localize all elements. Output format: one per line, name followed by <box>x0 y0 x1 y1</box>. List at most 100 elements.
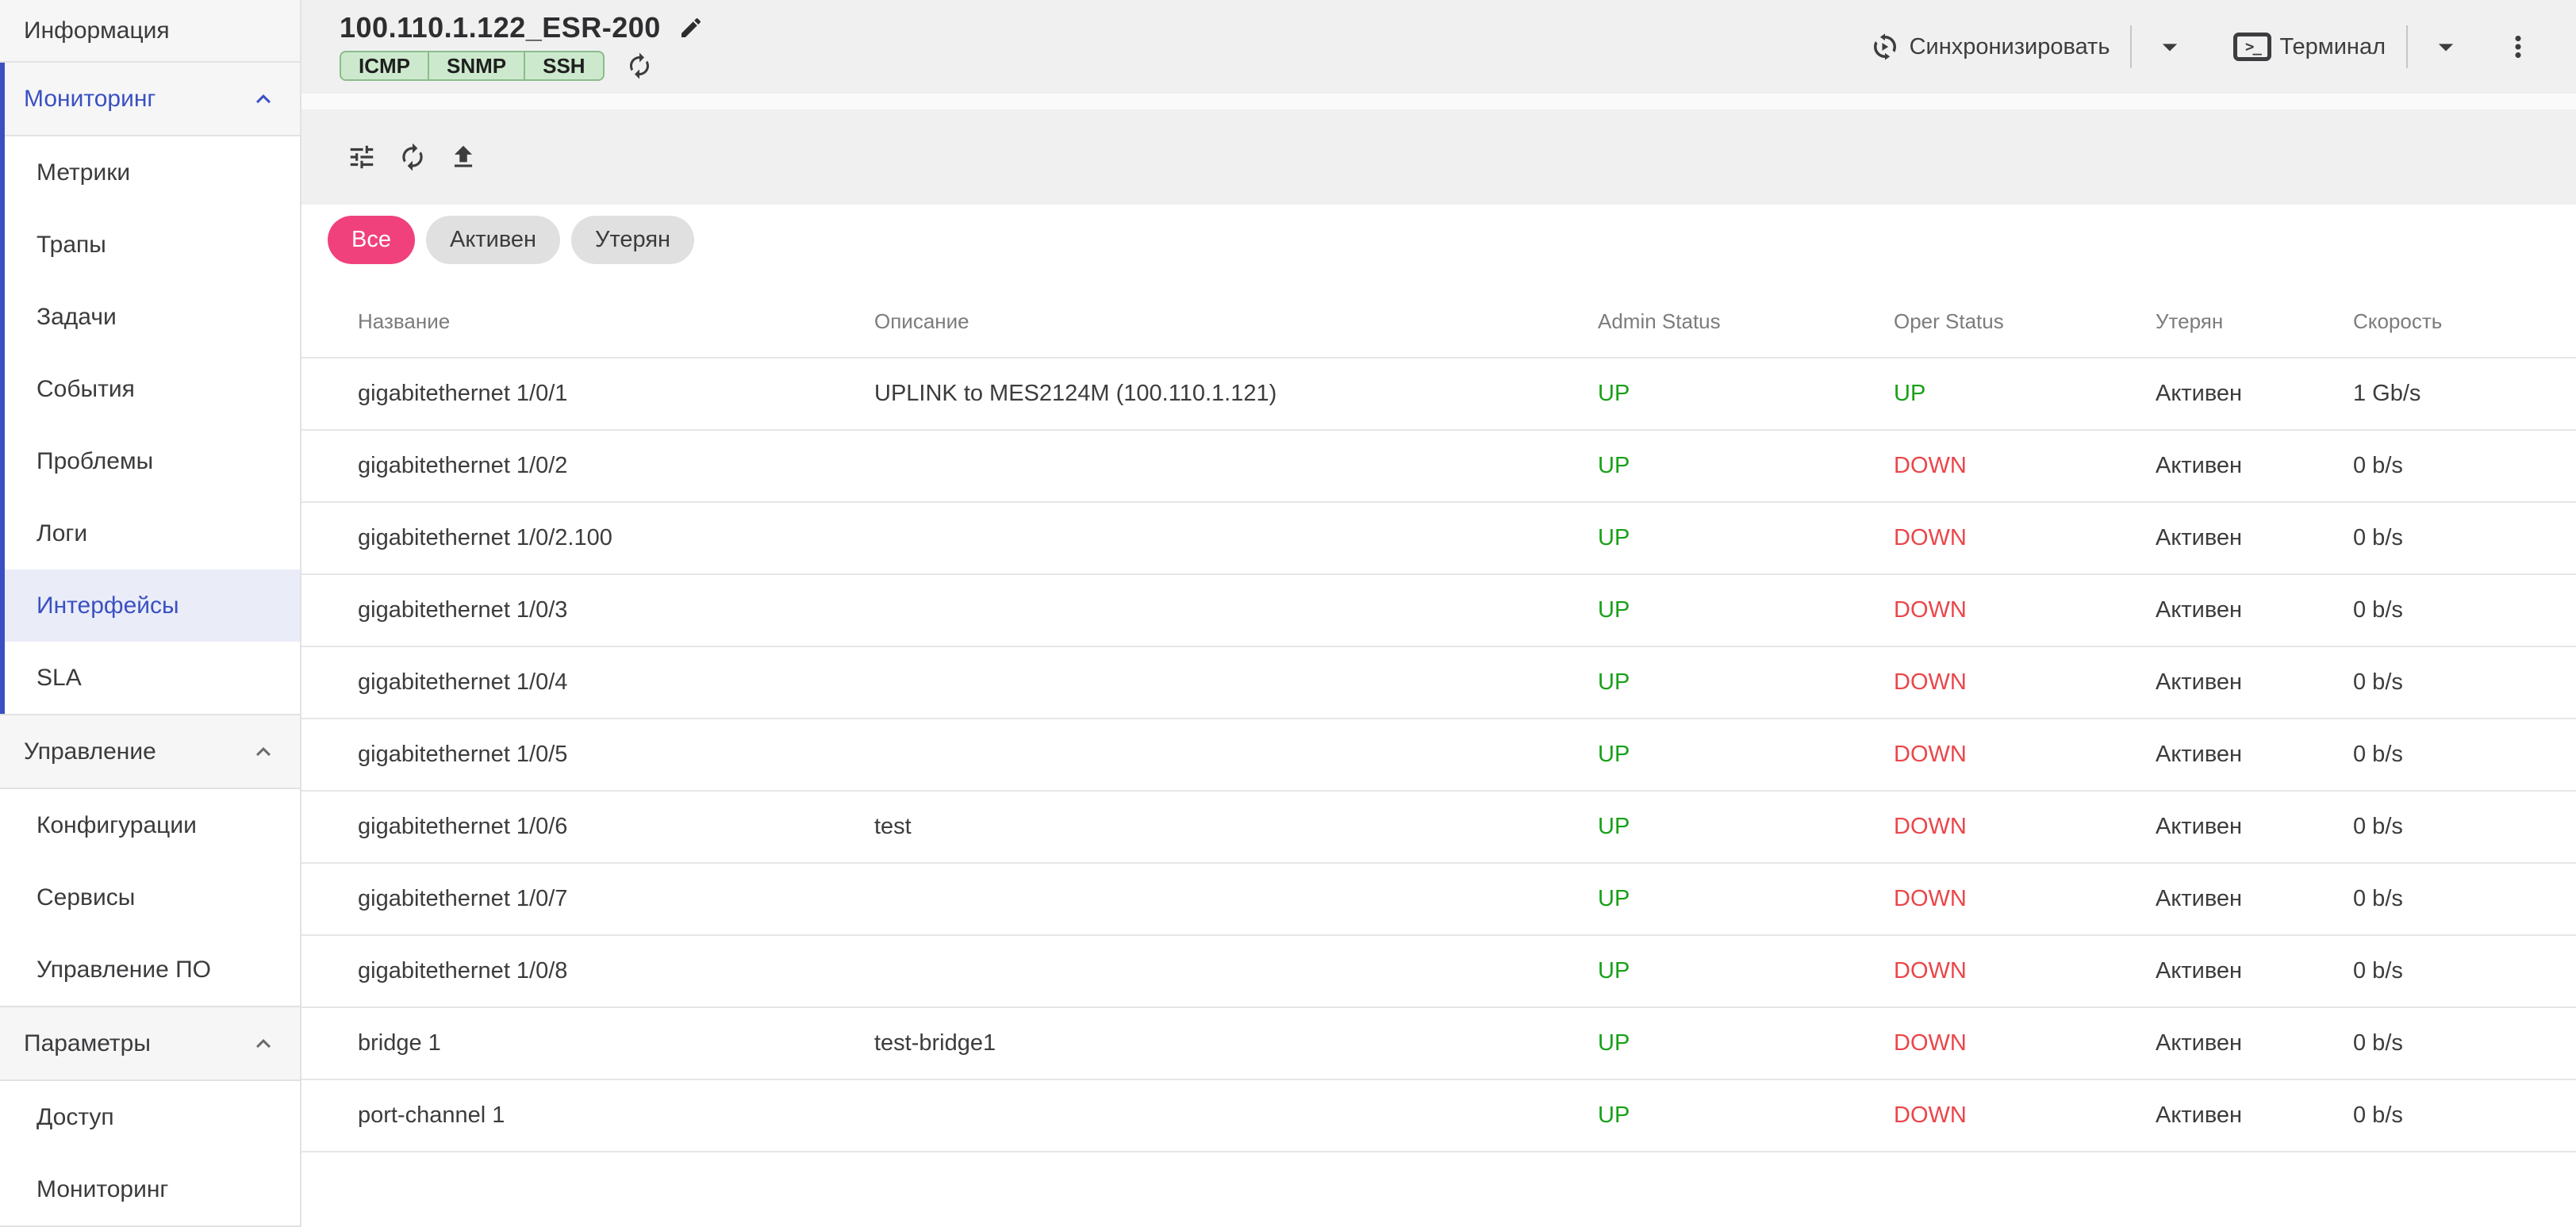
cell-name: gigabitethernet 1/0/6 <box>301 791 874 863</box>
sidebar-item-logs[interactable]: Логи <box>5 497 300 569</box>
cell-admin-status: UP <box>1598 502 1894 574</box>
terminal-button[interactable]: >_ Терминал <box>2233 33 2386 61</box>
cell-speed: 0 b/s <box>2353 719 2576 791</box>
table-row[interactable]: bridge 1 test-bridge1 UP DOWN Активен 0 … <box>301 1007 2576 1079</box>
badge-snmp: SNMP <box>428 51 525 81</box>
cell-description <box>874 574 1598 646</box>
cell-oper-status: DOWN <box>1894 935 2156 1007</box>
cell-speed: 0 b/s <box>2353 646 2576 719</box>
cell-admin-status: UP <box>1598 863 1894 935</box>
sidebar: Информация Мониторинг Метрики Трапы Зада… <box>0 0 301 1227</box>
more-actions-kebab-icon[interactable] <box>2501 30 2535 63</box>
table-row[interactable]: gigabitethernet 1/0/1 UPLINK to MES2124M… <box>301 358 2576 430</box>
refresh-protocols-icon[interactable] <box>625 52 654 80</box>
sidebar-section-management: Управление Конфигурации Сервисы Управлен… <box>0 715 300 1006</box>
filter-chip-lost[interactable]: Утерян <box>571 216 694 264</box>
sidebar-section-monitoring-header[interactable]: Мониторинг <box>5 63 300 135</box>
sidebar-item-information[interactable]: Информация <box>0 0 300 61</box>
sidebar-item-label: Доступ <box>36 1104 114 1131</box>
filter-chip-all[interactable]: Все <box>328 216 415 264</box>
sidebar-section-parameters-header[interactable]: Параметры <box>0 1007 300 1079</box>
filter-chip-active[interactable]: Активен <box>426 216 560 264</box>
page-title: 100.110.1.122_ESR-200 <box>340 11 661 44</box>
cell-lost: Активен <box>2156 430 2353 502</box>
cell-description <box>874 863 1598 935</box>
table-row[interactable]: gigabitethernet 1/0/5 UP DOWN Активен 0 … <box>301 719 2576 791</box>
cell-speed: 1 Gb/s <box>2353 358 2576 430</box>
sync-dropdown-caret[interactable] <box>2152 29 2187 64</box>
col-header-speed: Скорость <box>2353 286 2576 358</box>
cell-oper-status: DOWN <box>1894 502 2156 574</box>
cell-lost: Активен <box>2156 502 2353 574</box>
sidebar-item-events[interactable]: События <box>5 353 300 425</box>
sidebar-item-configurations[interactable]: Конфигурации <box>0 789 300 861</box>
sidebar-item-metrics[interactable]: Метрики <box>5 136 300 209</box>
caret-down-icon <box>2152 29 2187 64</box>
terminal-dropdown-caret[interactable] <box>2428 29 2463 64</box>
table-row[interactable]: gigabitethernet 1/0/6 test UP DOWN Актив… <box>301 791 2576 863</box>
cell-oper-status: DOWN <box>1894 863 2156 935</box>
sidebar-item-label: Мониторинг <box>36 1176 168 1203</box>
chevron-up-icon <box>249 1030 278 1058</box>
cell-lost: Активен <box>2156 791 2353 863</box>
sync-button[interactable]: Синхронизировать <box>1868 30 2110 63</box>
tune-icon[interactable] <box>347 142 377 172</box>
cell-description <box>874 646 1598 719</box>
sidebar-item-monitoring-params[interactable]: Мониторинг <box>0 1153 300 1225</box>
interfaces-table: Название Описание Admin Status Oper Stat… <box>301 286 2576 1152</box>
sidebar-item-interfaces[interactable]: Интерфейсы <box>5 569 300 642</box>
upload-icon[interactable] <box>448 142 478 172</box>
sidebar-item-services[interactable]: Сервисы <box>0 861 300 934</box>
cell-description: test <box>874 791 1598 863</box>
sidebar-item-sla[interactable]: SLA <box>5 642 300 714</box>
sidebar-item-access[interactable]: Доступ <box>0 1081 300 1153</box>
edit-title-icon[interactable] <box>678 15 704 40</box>
sidebar-item-traps[interactable]: Трапы <box>5 209 300 281</box>
sidebar-item-label: Логи <box>36 520 87 547</box>
cell-description <box>874 502 1598 574</box>
cell-admin-status: UP <box>1598 935 1894 1007</box>
cell-oper-status: DOWN <box>1894 430 2156 502</box>
cell-name: bridge 1 <box>301 1007 874 1079</box>
table-row[interactable]: port-channel 1 UP DOWN Активен 0 b/s <box>301 1079 2576 1152</box>
cell-lost: Активен <box>2156 1007 2353 1079</box>
sidebar-item-problems[interactable]: Проблемы <box>5 425 300 497</box>
table-row[interactable]: gigabitethernet 1/0/4 UP DOWN Активен 0 … <box>301 646 2576 719</box>
cell-oper-status: DOWN <box>1894 574 2156 646</box>
table-row[interactable]: gigabitethernet 1/0/2 UP DOWN Активен 0 … <box>301 430 2576 502</box>
cell-lost: Активен <box>2156 574 2353 646</box>
cell-speed: 0 b/s <box>2353 1079 2576 1152</box>
cell-description <box>874 935 1598 1007</box>
sidebar-section-parameters: Параметры Доступ Мониторинг <box>0 1007 300 1225</box>
table-row[interactable]: gigabitethernet 1/0/3 UP DOWN Активен 0 … <box>301 574 2576 646</box>
cell-admin-status: UP <box>1598 358 1894 430</box>
cell-speed: 0 b/s <box>2353 574 2576 646</box>
cell-admin-status: UP <box>1598 791 1894 863</box>
table-row[interactable]: gigabitethernet 1/0/7 UP DOWN Активен 0 … <box>301 863 2576 935</box>
sidebar-item-tasks[interactable]: Задачи <box>5 281 300 353</box>
sidebar-item-label: Трапы <box>36 232 106 259</box>
button-divider <box>2130 25 2132 68</box>
sidebar-item-label: Информация <box>24 17 170 44</box>
cell-name: gigabitethernet 1/0/8 <box>301 935 874 1007</box>
cell-description <box>874 1079 1598 1152</box>
protocol-badges: ICMP SNMP SSH <box>340 51 605 81</box>
sidebar-item-software-management[interactable]: Управление ПО <box>0 934 300 1006</box>
button-divider <box>2406 25 2408 68</box>
refresh-icon[interactable] <box>397 142 428 172</box>
content-area: Все Активен Утерян Название Описание Adm… <box>301 205 2576 1227</box>
sidebar-item-label: Управление ПО <box>36 957 211 984</box>
device-header-left: 100.110.1.122_ESR-200 ICMP SNMP SSH <box>340 0 704 94</box>
device-header: 100.110.1.122_ESR-200 ICMP SNMP SSH <box>301 0 2576 94</box>
cell-name: gigabitethernet 1/0/5 <box>301 719 874 791</box>
sidebar-section-label: Мониторинг <box>24 86 155 113</box>
sidebar-section-management-header[interactable]: Управление <box>0 715 300 788</box>
table-row[interactable]: gigabitethernet 1/0/2.100 UP DOWN Активе… <box>301 502 2576 574</box>
cell-name: gigabitethernet 1/0/4 <box>301 646 874 719</box>
table-row[interactable]: gigabitethernet 1/0/8 UP DOWN Активен 0 … <box>301 935 2576 1007</box>
badge-icmp: ICMP <box>340 51 429 81</box>
cell-speed: 0 b/s <box>2353 1007 2576 1079</box>
cell-lost: Активен <box>2156 646 2353 719</box>
sync-icon <box>1868 30 1902 63</box>
cell-oper-status: DOWN <box>1894 719 2156 791</box>
